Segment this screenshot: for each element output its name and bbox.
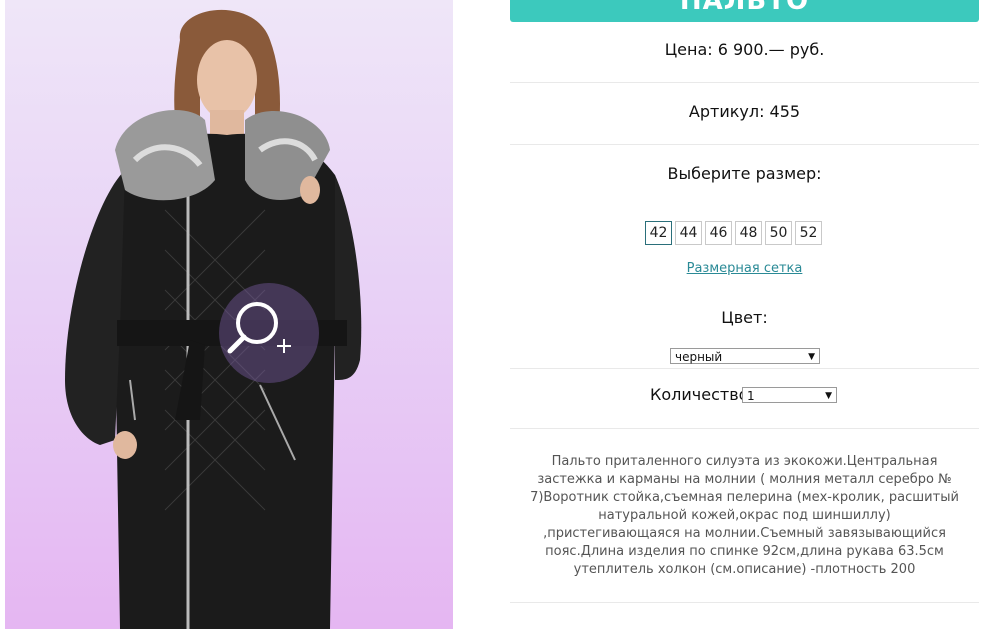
size-options: 42 44 46 48 50 52 <box>645 221 822 247</box>
size-label: Выберите размер: <box>667 164 822 183</box>
divider <box>510 428 979 429</box>
product-title: ПАЛЬТО <box>679 0 810 16</box>
product-description: Пальто приталенного силуэта из экокожи.Ц… <box>530 454 959 577</box>
color-select-value: черный <box>675 350 723 364</box>
quantity-select-value: 1 <box>747 389 755 403</box>
zoom-in-magnifier-icon <box>227 302 291 354</box>
product-title-bar: ПАЛЬТО <box>510 0 979 22</box>
size-option-50[interactable]: 50 <box>765 221 792 245</box>
zoom-button[interactable] <box>219 283 319 383</box>
triangle-down-icon: ▼ <box>825 391 832 401</box>
triangle-down-icon: ▼ <box>808 352 815 362</box>
product-info: ПАЛЬТО Цена: 6 900.— руб. Артикул: 455 В… <box>510 0 979 629</box>
product-price: Цена: 6 900.— руб. <box>664 40 825 59</box>
divider <box>510 602 979 603</box>
color-label: Цвет: <box>721 308 768 327</box>
divider <box>510 368 979 369</box>
divider <box>510 82 979 83</box>
size-option-48[interactable]: 48 <box>735 221 762 245</box>
quantity-label: Количество: <box>650 385 754 404</box>
size-option-42[interactable]: 42 <box>645 221 672 245</box>
size-option-44[interactable]: 44 <box>675 221 702 245</box>
product-photo[interactable] <box>5 0 453 629</box>
product-sku: Артикул: 455 <box>688 102 801 121</box>
quantity-select[interactable]: 1 ▼ <box>742 387 837 403</box>
divider <box>510 144 979 145</box>
size-option-46[interactable]: 46 <box>705 221 732 245</box>
size-chart-link[interactable]: Размерная сетка <box>510 261 979 276</box>
size-option-52[interactable]: 52 <box>795 221 822 245</box>
color-select[interactable]: черный ▼ <box>670 348 820 364</box>
